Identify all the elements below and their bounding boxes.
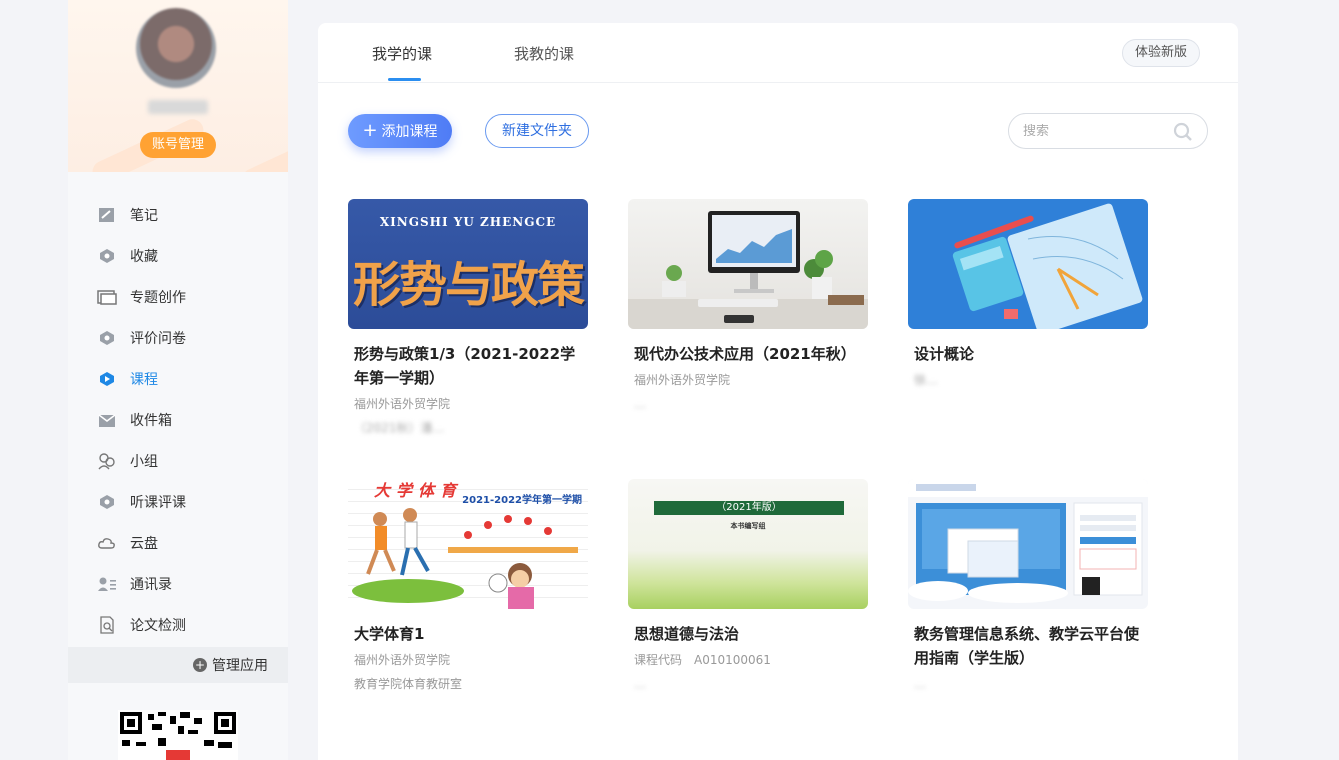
profile-panel: 账号管理 (68, 0, 288, 172)
course-school: 福州外语外贸学院 (634, 373, 731, 387)
course-teacher: 徐… (914, 373, 939, 387)
course-teacher: 教育学院体育教研室 (354, 677, 463, 691)
paper-check-icon (97, 615, 117, 635)
sidebar-item-notes[interactable]: 笔记 (68, 194, 288, 235)
design-illustration (952, 203, 1143, 329)
sidebar-item-label: 课程 (130, 371, 158, 388)
add-course-label: 添加课程 (381, 124, 438, 140)
sidebar-item-label: 收藏 (130, 248, 158, 265)
course-title[interactable]: 教务管理信息系统、教学云平台使用指南（学生版） (908, 622, 1148, 670)
course-card[interactable]: 大学体育 2021-2022学年第一学期 大学体育1 福州外语外贸学院 教育学院… (348, 479, 588, 692)
course-teacher: … (634, 677, 646, 691)
course-title[interactable]: 现代办公技术应用（2021年秋） (628, 342, 868, 366)
sidebar-item-review[interactable]: 听课评课 (68, 481, 288, 522)
sidebar-item-cloud[interactable]: 云盘 (68, 522, 288, 563)
course-thumbnail[interactable]: XINGSHI YU ZHENGCE 形势与政策 (348, 199, 588, 329)
sidebar-item-label: 云盘 (130, 535, 158, 552)
thumb-edition: （2021年版） (716, 502, 782, 513)
search-box (1008, 113, 1208, 149)
tab-my-teaching[interactable]: 我教的课 (514, 43, 574, 64)
topic-icon (97, 287, 117, 307)
thumb-subtitle: XINGSHI YU ZHENGCE (379, 215, 557, 229)
sidebar-item-topic[interactable]: 专题创作 (68, 276, 288, 317)
account-manage-button[interactable]: 账号管理 (140, 132, 216, 158)
username-blurred (148, 100, 208, 114)
sidebar-item-label: 评价问卷 (130, 330, 186, 347)
note-icon (97, 205, 117, 225)
plus-circle-icon: + (193, 658, 207, 672)
course-title[interactable]: 大学体育1 (348, 622, 588, 646)
course-card[interactable]: 现代办公技术应用（2021年秋） 福州外语外贸学院 … (628, 199, 868, 412)
favorite-icon (97, 246, 117, 266)
course-thumbnail[interactable] (908, 199, 1148, 329)
course-school: 福州外语外贸学院 (354, 397, 451, 411)
decoration (238, 127, 288, 172)
course-icon (97, 369, 117, 389)
sidebar-item-contacts[interactable]: 通讯录 (68, 563, 288, 604)
sidebar-item-course[interactable]: 课程 (68, 358, 288, 399)
sidebar-item-label: 专题创作 (130, 289, 186, 306)
survey-icon (97, 328, 117, 348)
sidebar-item-label: 听课评课 (130, 494, 186, 511)
manage-apps-button[interactable]: + 管理应用 (68, 647, 288, 683)
sidebar-item-label: 收件箱 (130, 412, 172, 429)
course-thumbnail[interactable]: （2021年版） 本书编写组 (628, 479, 868, 609)
course-card[interactable]: 教务管理信息系统、教学云平台使用指南（学生版） … (908, 479, 1148, 692)
course-teacher: … (634, 397, 646, 411)
thumb-subtitle: 本书编写组 (730, 522, 766, 530)
course-thumbnail[interactable] (628, 199, 868, 329)
course-teacher: … (914, 677, 926, 691)
sports-illustration (352, 508, 578, 609)
add-course-button[interactable]: + 添加课程 (348, 114, 452, 148)
desk-illustration (628, 211, 868, 329)
new-folder-button[interactable]: 新建文件夹 (485, 114, 589, 148)
sidebar-item-label: 通讯录 (130, 576, 172, 593)
action-bar: + 添加课程 新建文件夹 (318, 83, 1238, 183)
sidebar: 账号管理 笔记 收藏 专题创作 评价问卷 课程 收件箱 小组 听课评课 云盘 通… (68, 0, 288, 760)
tab-bar: 我学的课 我教的课 体验新版 (318, 23, 1238, 83)
plus-icon: + (362, 120, 378, 141)
tab-my-learning[interactable]: 我学的课 (372, 43, 432, 64)
active-tab-indicator (388, 78, 421, 81)
course-thumbnail[interactable]: 大学体育 2021-2022学年第一学期 (348, 479, 588, 609)
search-icon[interactable] (1173, 122, 1193, 146)
manage-apps-label: 管理应用 (212, 658, 268, 674)
search-input[interactable] (1023, 123, 1173, 139)
course-thumbnail[interactable] (908, 479, 1148, 609)
sidebar-item-paper-check[interactable]: 论文检测 (68, 604, 288, 645)
qr-code (118, 710, 238, 760)
course-card[interactable]: 设计概论 徐… (908, 199, 1148, 388)
main-panel: 我学的课 我教的课 体验新版 +添加课程 新建文件夹 XINGSHI YU ZH… (318, 23, 1238, 760)
course-teacher: （2021秋）潘… (354, 421, 445, 435)
sidebar-item-inbox[interactable]: 收件箱 (68, 399, 288, 440)
sidebar-item-survey[interactable]: 评价问卷 (68, 317, 288, 358)
group-icon (97, 451, 117, 471)
sidebar-menu: 笔记 收藏 专题创作 评价问卷 课程 收件箱 小组 听课评课 云盘 通讯录 论文… (68, 172, 288, 645)
sidebar-item-label: 小组 (130, 453, 158, 470)
contacts-icon (97, 574, 117, 594)
course-title[interactable]: 形势与政策1/3（2021-2022学年第一学期） (348, 342, 588, 390)
avatar[interactable] (136, 8, 216, 88)
course-card[interactable]: XINGSHI YU ZHENGCE 形势与政策 形势与政策1/3（2021-2… (348, 199, 588, 436)
course-title[interactable]: 思想道德与法治 (628, 622, 868, 646)
cloud-icon (97, 533, 117, 553)
review-icon (97, 492, 117, 512)
sidebar-item-label: 笔记 (130, 207, 158, 224)
sidebar-item-favorites[interactable]: 收藏 (68, 235, 288, 276)
course-code: 课程代码 A010100061 (634, 653, 771, 667)
sidebar-item-label: 论文检测 (130, 617, 186, 634)
sidebar-item-group[interactable]: 小组 (68, 440, 288, 481)
inbox-icon (97, 410, 117, 430)
course-card[interactable]: （2021年版） 本书编写组 思想道德与法治 课程代码 A010100061 … (628, 479, 868, 692)
thumb-title: 形势与政策 (352, 257, 585, 313)
platform-screenshot (908, 479, 1148, 603)
course-school: 福州外语外贸学院 (354, 653, 451, 667)
try-new-version-button[interactable]: 体验新版 (1122, 39, 1200, 67)
course-title[interactable]: 设计概论 (908, 342, 1148, 366)
